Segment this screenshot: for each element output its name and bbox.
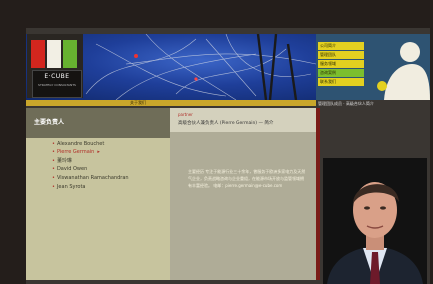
logo-text: E·CUBE [44,73,70,80]
menu-item-services[interactable]: 服务领域 [318,60,364,68]
list-item[interactable]: • David Owen [52,166,87,172]
section-title: 主要负责人 [34,119,65,126]
bullet-icon: • [52,166,55,172]
person-illustration-icon [370,34,430,100]
portrait-illustration [323,158,427,284]
bullet-icon: • [52,141,55,147]
menu-caption: 管理团队成员 · 高级合伙人简介 [318,101,374,106]
company-logo[interactable]: E·CUBE STRATEGY CONSULTANTS [32,70,82,98]
logo-white-block [47,40,61,68]
bullet-icon: • [52,158,55,164]
menu-item-company[interactable]: 公司简介 [318,42,364,50]
list-item[interactable]: • Viswanathan Ramachandran [52,175,129,181]
portrait-photo [323,158,427,284]
list-item-active[interactable]: • Pierre Germain ▸ [52,149,100,155]
logo-red-block [31,40,45,68]
arrow-icon: ▸ [97,149,100,155]
bullet-icon: • [52,175,55,181]
bio-text: 主要经历 专注于能源行业三十余年，曾服务于欧洲多家电力及天然气企业，负责战略咨询… [188,169,306,188]
bullet-icon: • [52,149,55,155]
menu-item-team[interactable]: 管理团队 [318,51,364,59]
menu-item-contact[interactable]: 联系我们 [318,78,364,86]
nav-strip [26,100,316,106]
list-item[interactable]: • Jean Syrota [52,184,86,190]
bullet-icon: • [52,184,55,190]
content-heading: 高级合伙人兼负责人 (Pierre Germain) — 简介 [178,121,274,126]
red-divider [316,108,320,280]
nav-strip-label[interactable]: 关于我们 [130,100,146,106]
content-subtitle: partner [178,112,193,117]
list-item[interactable]: • 董玲琳 [52,157,72,164]
menu-item-cases[interactable]: 咨询案例 [318,69,364,77]
logo-green-block [63,40,77,68]
content-panel [170,108,316,280]
logo-subtext: STRATEGY CONSULTANTS [38,83,76,87]
list-item[interactable]: • Alexandre Bouchet [52,141,104,147]
